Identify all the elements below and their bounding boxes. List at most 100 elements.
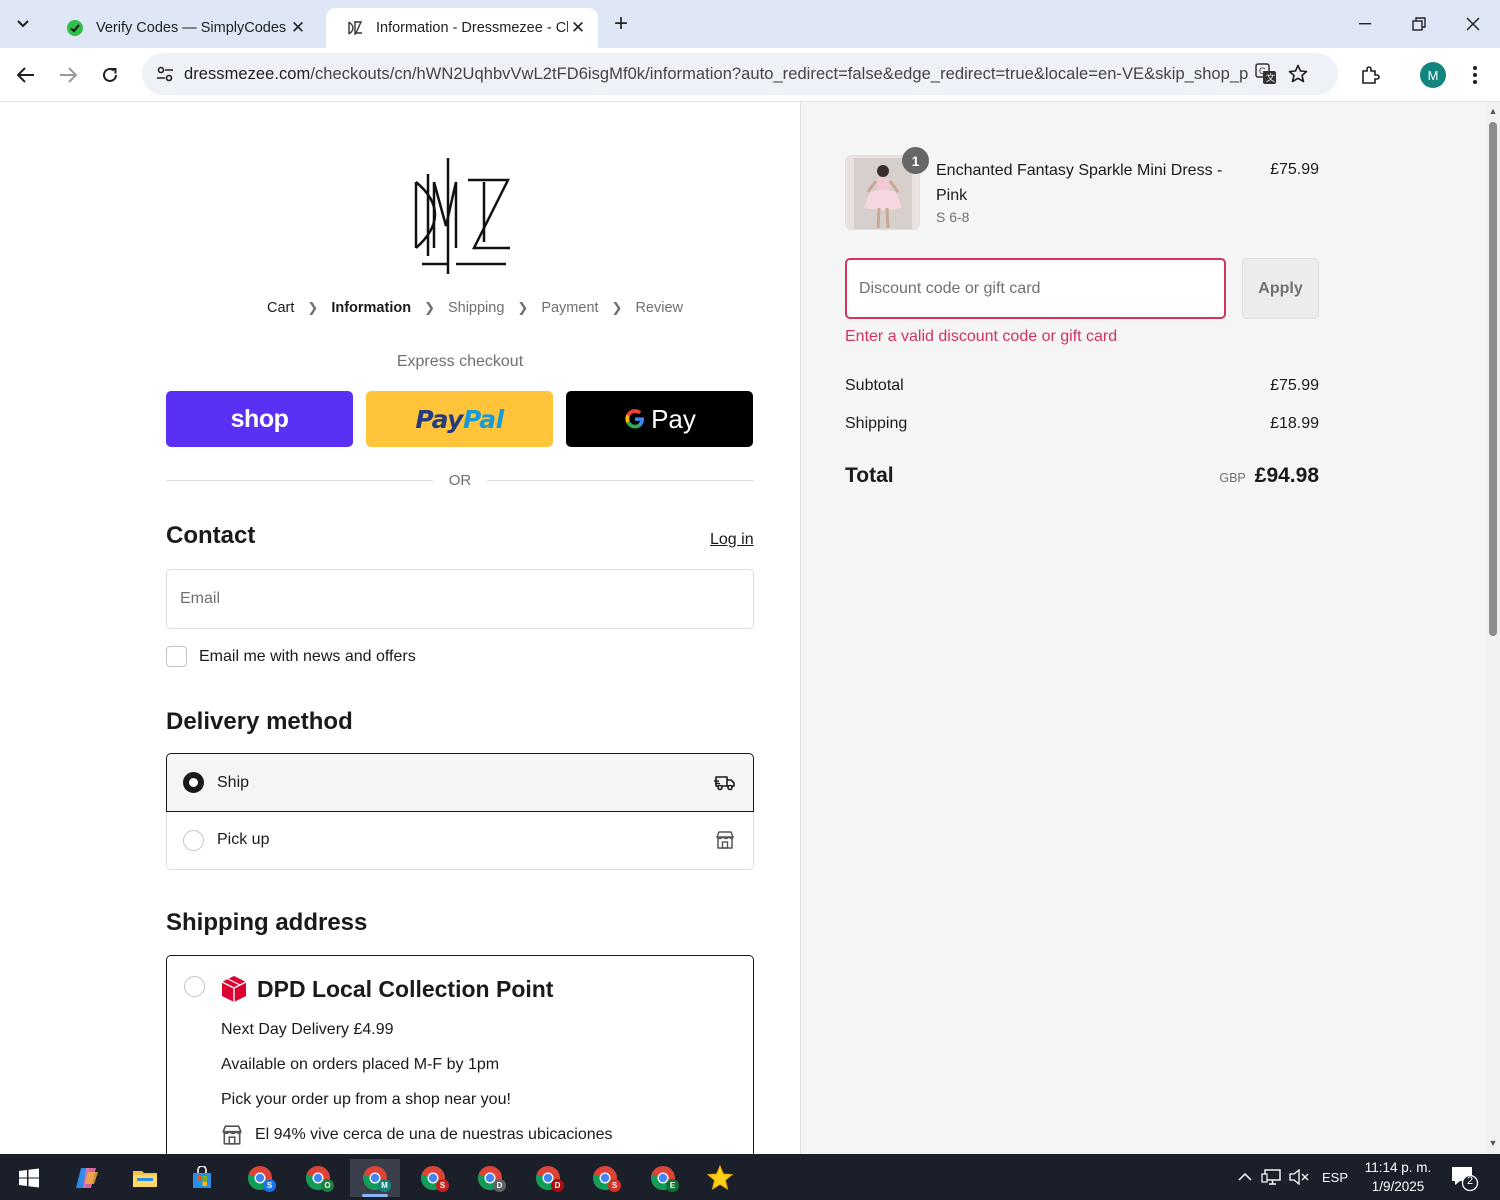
microsoft-store-taskbar-icon[interactable] <box>177 1159 227 1197</box>
contact-heading: Contact <box>166 522 256 549</box>
breadcrumb-cart[interactable]: Cart <box>267 300 294 316</box>
reload-button[interactable] <box>93 58 127 92</box>
url-text[interactable]: dressmezee.com/checkouts/cn/hWN2UqhbvVwL… <box>184 65 1250 84</box>
dpd-note-text: El 94% vive cerca de una de nuestras ubi… <box>255 1126 613 1143</box>
total-amount: £94.98 <box>1254 464 1319 487</box>
chrome-profile-s2-taskbar-icon[interactable]: S <box>408 1159 458 1197</box>
notification-center-button[interactable]: 2 <box>1450 1164 1480 1192</box>
dpd-note: El 94% vive cerca de una de nuestras ubi… <box>221 1124 613 1146</box>
shipping-value: £18.99 <box>1270 415 1319 432</box>
star-icon <box>707 1165 733 1191</box>
scrollbar-thumb[interactable] <box>1489 122 1497 636</box>
volume-muted-icon[interactable] <box>1286 1169 1312 1185</box>
shipping-row: Shipping £18.99 <box>845 415 1319 433</box>
forward-button[interactable] <box>51 58 85 92</box>
google-pay-logo: Pay <box>623 404 696 435</box>
dpd-logo-icon <box>221 976 247 1002</box>
translate-icon[interactable]: G文 <box>1250 58 1282 90</box>
close-icon <box>1466 17 1480 31</box>
product-name: Enchanted Fantasy Sparkle Mini Dress - P… <box>936 162 1223 204</box>
delivery-option-ship[interactable]: Ship <box>166 753 754 812</box>
dpd-collection-option[interactable]: DPD Local Collection Point Next Day Deli… <box>166 955 754 1154</box>
google-pay-label: Pay <box>651 403 696 434</box>
more-vertical-icon <box>1473 66 1477 84</box>
start-button[interactable] <box>4 1159 54 1197</box>
apply-discount-button[interactable]: Apply <box>1242 258 1319 319</box>
paypal-button[interactable]: PayPal <box>366 391 553 447</box>
file-explorer-taskbar-icon[interactable] <box>120 1159 170 1197</box>
minimize-button[interactable] <box>1342 8 1388 40</box>
page-scrollbar[interactable]: ▲ ▼ <box>1486 102 1500 1154</box>
restore-button[interactable] <box>1396 8 1442 40</box>
google-pay-button[interactable]: Pay <box>566 391 753 447</box>
show-hidden-icons-chevron-up-icon[interactable] <box>1234 1173 1256 1181</box>
dressmezee-logo[interactable] <box>408 152 514 274</box>
input-language-indicator[interactable]: ESP <box>1312 1170 1358 1185</box>
dpd-title: DPD Local Collection Point <box>221 975 553 1003</box>
extensions-button[interactable] <box>1353 58 1387 92</box>
tab-search-button[interactable] <box>8 9 38 39</box>
dpd-radio[interactable] <box>184 976 205 997</box>
svg-text:文: 文 <box>1266 72 1275 83</box>
scroll-up-icon[interactable]: ▲ <box>1488 106 1498 116</box>
delivery-option-pickup[interactable]: Pick up <box>166 811 754 870</box>
ship-label: Ship <box>217 773 250 791</box>
login-link[interactable]: Log in <box>710 531 754 549</box>
dpd-pickup-line: Pick your order up from a shop near you! <box>221 1091 511 1108</box>
breadcrumb-information: Information <box>331 300 412 316</box>
newsletter-checkbox[interactable] <box>166 646 187 667</box>
store-icon <box>222 1125 242 1145</box>
discount-code-input[interactable] <box>845 258 1226 319</box>
dpd-availability-line: Available on orders placed M-F by 1pm <box>221 1056 500 1073</box>
email-field[interactable] <box>166 569 754 629</box>
windows-logo-icon <box>19 1168 39 1188</box>
close-window-button[interactable] <box>1450 8 1496 40</box>
new-tab-button[interactable]: + <box>607 10 635 38</box>
active-app-indicator <box>362 1194 388 1197</box>
delivery-method-group: Ship Pick up <box>166 753 754 871</box>
product-variant: S 6-8 <box>936 209 970 225</box>
copilot-taskbar-icon[interactable] <box>62 1159 112 1197</box>
network-icon[interactable] <box>1256 1169 1286 1185</box>
subtotal-label: Subtotal <box>845 377 904 394</box>
bookmark-star-icon[interactable] <box>1282 58 1314 90</box>
notification-icon <box>1452 1167 1479 1192</box>
back-button[interactable] <box>9 58 43 92</box>
tab-dressmezee[interactable]: Information - Dressmezee - Ch ✕ <box>326 8 598 48</box>
pickup-radio[interactable] <box>183 829 204 851</box>
chrome-profile-d-taskbar-icon[interactable]: D <box>465 1159 515 1197</box>
shop-pay-label: shop <box>230 404 289 433</box>
chrome-profile-s-taskbar-icon[interactable]: S <box>235 1159 285 1197</box>
chrome-profile-o-taskbar-icon[interactable]: O <box>293 1159 343 1197</box>
site-info-icon[interactable] <box>152 61 178 87</box>
paypal-word-1: Pay <box>415 404 463 434</box>
or-divider: OR <box>166 470 754 490</box>
breadcrumb: Cart ❯ Information ❯ Shipping ❯ Payment … <box>0 300 920 316</box>
newsletter-option[interactable]: Email me with news and offers <box>166 646 416 667</box>
ship-radio[interactable] <box>183 772 204 793</box>
shop-pay-button[interactable]: shop <box>166 391 353 447</box>
scroll-down-icon[interactable]: ▼ <box>1488 1138 1498 1148</box>
chrome-profile-e-taskbar-icon[interactable]: E <box>638 1159 688 1197</box>
chrome-profile-m-taskbar-icon[interactable]: M <box>350 1159 400 1197</box>
chrome-profile-s3-taskbar-icon[interactable]: S <box>580 1159 630 1197</box>
chrome-profile-d2-taskbar-icon[interactable]: D <box>523 1159 573 1197</box>
address-bar[interactable]: dressmezee.com/checkouts/cn/hWN2UqhbvVwL… <box>142 53 1338 95</box>
profile-badge: S <box>608 1179 621 1192</box>
close-tab-icon[interactable]: ✕ <box>288 18 308 38</box>
profile-badge: D <box>551 1179 564 1192</box>
profile-avatar[interactable]: M <box>1420 62 1446 88</box>
puzzle-icon <box>1362 66 1380 84</box>
total-value-group: GBP £94.98 <box>1219 464 1319 488</box>
tab-verify-codes[interactable]: Verify Codes — SimplyCodes ✕ <box>46 8 318 48</box>
browser-toolbar: dressmezee.com/checkouts/cn/hWN2UqhbvVwL… <box>0 48 1500 102</box>
store-icon <box>713 828 737 852</box>
close-tab-icon[interactable]: ✕ <box>568 18 588 38</box>
notification-count: 2 <box>1466 1175 1474 1187</box>
browser-tab-bar: Verify Codes — SimplyCodes ✕ Information… <box>0 0 1500 48</box>
breadcrumb-review: Review <box>635 300 683 316</box>
taskbar-clock[interactable]: 11:14 p. m. 1/9/2025 <box>1356 1158 1440 1196</box>
favorites-star-taskbar-icon[interactable] <box>695 1159 745 1197</box>
paypal-word-2: Pal <box>462 404 504 434</box>
browser-menu-button[interactable] <box>1458 58 1492 92</box>
